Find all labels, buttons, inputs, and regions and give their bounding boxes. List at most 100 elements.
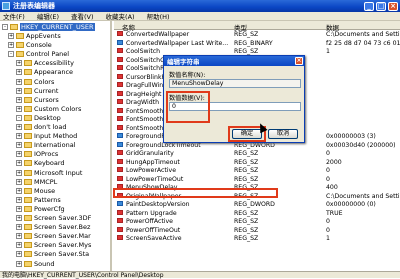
expand-icon[interactable]: + bbox=[8, 33, 14, 39]
expand-icon[interactable]: + bbox=[16, 124, 22, 130]
tree-item[interactable]: + AppEvents bbox=[8, 32, 61, 40]
collapse-icon[interactable]: - bbox=[2, 24, 8, 30]
expand-icon[interactable]: + bbox=[16, 233, 22, 240]
tree-item[interactable]: + Sound bbox=[16, 260, 54, 268]
tree-item-label: Cursors bbox=[34, 95, 59, 104]
table-row[interactable]: PowerOffActive REG_SZ 0 bbox=[114, 218, 400, 226]
close-button[interactable]: × bbox=[388, 1, 398, 11]
expand-icon[interactable]: + bbox=[16, 142, 22, 149]
folder-icon bbox=[24, 160, 32, 167]
cell-type: REG_SZ bbox=[234, 31, 259, 38]
folder-icon bbox=[24, 242, 32, 249]
tree-item[interactable]: + Accessibility bbox=[16, 59, 74, 67]
expand-icon[interactable]: + bbox=[16, 105, 22, 112]
tree-item-label: AppEvents bbox=[26, 32, 61, 40]
tree-item[interactable]: + Input Method bbox=[16, 132, 77, 140]
menu-edit[interactable]: 编辑(E) bbox=[37, 11, 59, 21]
folder-icon bbox=[24, 87, 32, 94]
tree-item[interactable]: - Control Panel bbox=[8, 50, 69, 58]
tree-item[interactable]: + PowerCfg bbox=[16, 205, 65, 213]
table-row[interactable]: GridGranularity REG_SZ 0 bbox=[114, 150, 400, 158]
cancel-button[interactable]: 取消 bbox=[268, 129, 298, 139]
tree-item[interactable]: + Screen Saver.Bez bbox=[16, 223, 90, 231]
tree-item-label: Microsoft Input bbox=[34, 168, 83, 177]
tree-item-label: Mouse bbox=[34, 186, 56, 195]
table-row[interactable]: ConvertedWallpaper Last Write... REG_BINA… bbox=[114, 39, 400, 48]
cell-type: REG_SZ bbox=[234, 175, 259, 183]
table-row[interactable]: ScreenSaveActive REG_SZ 1 bbox=[114, 235, 400, 243]
expand-icon[interactable]: + bbox=[16, 78, 22, 85]
expand-icon[interactable]: + bbox=[16, 251, 22, 258]
expand-icon[interactable]: + bbox=[16, 151, 22, 158]
string-value-icon bbox=[117, 107, 123, 113]
table-row[interactable]: PaintDesktopVersion REG_DWORD 0x00000000 (… bbox=[114, 201, 400, 209]
menu-bar: 文件(F) 编辑(E) 查看(V) 收藏夹(A) 帮助(H) bbox=[0, 12, 400, 21]
tree-item[interactable]: + Custom Colors bbox=[16, 105, 81, 113]
expand-icon[interactable]: + bbox=[16, 178, 22, 185]
menu-file[interactable]: 文件(F) bbox=[3, 11, 25, 21]
expand-icon[interactable]: + bbox=[16, 260, 22, 267]
maximize-button[interactable]: □ bbox=[376, 1, 386, 11]
tree-item[interactable]: + Current bbox=[16, 87, 58, 95]
tree-item[interactable]: - Desktop bbox=[16, 114, 61, 122]
tree-root[interactable]: - HKEY_CURRENT_USER bbox=[2, 23, 95, 31]
table-row[interactable]: HungAppTimeout REG_SZ 2000 bbox=[114, 158, 400, 167]
tree-item[interactable]: + Screen Saver.Mys bbox=[16, 241, 91, 249]
expand-icon[interactable]: + bbox=[16, 205, 22, 212]
cell-data: 2000 bbox=[326, 158, 342, 166]
table-row[interactable]: PowerOffTimeOut REG_SZ 0 bbox=[114, 226, 400, 235]
tree-item[interactable]: + Mouse bbox=[16, 187, 55, 195]
cell-name: GridGranularity bbox=[126, 150, 174, 157]
tree-item[interactable]: + MMCPL bbox=[16, 178, 57, 186]
expand-icon[interactable]: + bbox=[16, 242, 22, 249]
tree-item-label: Screen Saver.Mys bbox=[34, 241, 92, 250]
tree-item[interactable]: + Patterns bbox=[16, 196, 61, 204]
expand-icon[interactable]: + bbox=[16, 96, 22, 103]
table-row[interactable]: LowPowerTimeOut REG_SZ 0 bbox=[114, 175, 400, 184]
expand-icon[interactable]: + bbox=[16, 60, 22, 67]
menu-view[interactable]: 查看(V) bbox=[71, 11, 94, 21]
expand-icon[interactable]: + bbox=[8, 42, 14, 49]
binary-value-icon bbox=[117, 39, 123, 45]
tree-item[interactable]: + Colors bbox=[16, 78, 54, 86]
expand-icon[interactable]: + bbox=[16, 160, 22, 167]
folder-icon bbox=[24, 69, 32, 76]
expand-icon[interactable]: + bbox=[16, 224, 22, 231]
expand-icon[interactable]: - bbox=[16, 114, 22, 121]
tree-item-label: Screen Saver.3DF bbox=[34, 214, 92, 222]
tree-item[interactable]: + don't load bbox=[16, 123, 67, 131]
expand-icon[interactable]: + bbox=[16, 215, 22, 221]
tree-item[interactable]: + Console bbox=[8, 41, 52, 49]
minimize-button[interactable]: _ bbox=[364, 1, 374, 11]
folder-icon bbox=[24, 215, 32, 221]
tree-item[interactable]: + Screen Saver.Mar bbox=[16, 232, 91, 240]
registry-tree[interactable]: - HKEY_CURRENT_USER + AppEvents + Console - Con… bbox=[0, 21, 112, 271]
tree-item[interactable]: + International bbox=[16, 141, 76, 149]
expand-icon[interactable]: - bbox=[8, 51, 14, 58]
tree-item[interactable]: + Microsoft Input bbox=[16, 169, 82, 177]
expand-icon[interactable]: + bbox=[16, 196, 22, 203]
string-value-icon bbox=[117, 48, 123, 53]
dialog-close-icon[interactable]: × bbox=[295, 57, 303, 65]
cell-type: REG_SZ bbox=[234, 150, 259, 157]
menu-help[interactable]: 帮助(H) bbox=[147, 11, 170, 21]
folder-icon bbox=[24, 224, 32, 231]
cell-name: DragHeight bbox=[126, 90, 162, 98]
table-row[interactable]: LowPowerActive REG_SZ 0 bbox=[114, 167, 400, 175]
table-row[interactable]: Pattern Upgrade REG_SZ TRUE bbox=[114, 209, 400, 218]
expand-icon[interactable]: + bbox=[16, 133, 22, 140]
expand-icon[interactable]: + bbox=[16, 187, 22, 194]
tree-item[interactable]: + Cursors bbox=[16, 96, 59, 104]
tree-item[interactable]: + Keyboard bbox=[16, 159, 65, 167]
menu-favorites[interactable]: 收藏夹(A) bbox=[106, 11, 135, 21]
expand-icon[interactable]: + bbox=[16, 69, 22, 76]
cell-data: C:\Documents and Settings\All bbox=[326, 31, 400, 38]
tree-item[interactable]: + Appearance bbox=[16, 68, 73, 76]
table-row[interactable]: ConvertedWallpaper REG_SZ C:\Documents and… bbox=[114, 31, 400, 39]
tree-item[interactable]: + IOProcs bbox=[16, 150, 58, 158]
tree-item-label: Custom Colors bbox=[34, 104, 82, 113]
expand-icon[interactable]: + bbox=[16, 169, 22, 176]
tree-item[interactable]: + Screen Saver.Sta bbox=[16, 250, 89, 258]
expand-icon[interactable]: + bbox=[16, 87, 22, 94]
tree-item[interactable]: + Screen Saver.3DF bbox=[16, 214, 91, 222]
